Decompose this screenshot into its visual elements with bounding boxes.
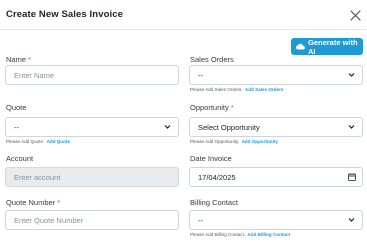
sales-orders-hint: Please Add Sales Orders. Add Sales Order… [190,87,284,92]
calendar-icon[interactable] [348,173,356,181]
chevron-down-icon [164,125,171,129]
add-opportunity-link[interactable]: Add Opportunity [241,139,278,144]
opportunity-select[interactable]: Select Opportunity [189,117,363,137]
quote-number-label: Quote Number * [6,198,61,207]
cloud-ai-icon [296,43,305,50]
sales-orders-label: Sales Orders [190,55,234,64]
modal-title: Create New Sales Invoice [6,9,123,20]
quote-number-input[interactable]: Enter Quote Number [5,210,179,230]
opportunity-hint: Please Add Opportunity. Add Opportunity [190,139,278,144]
quote-select[interactable]: -- [5,117,179,137]
add-billing-contact-link[interactable]: Add Billing Contact [247,232,290,237]
sales-orders-select[interactable]: -- [189,65,363,85]
chevron-down-icon [348,125,355,129]
name-label: Name * [6,55,31,64]
account-input: Enter account [5,167,179,187]
opportunity-label: Opportunity * [190,103,234,112]
add-quote-link[interactable]: Add Quote [47,139,70,144]
add-sales-orders-link[interactable]: Add Sales Orders [245,87,284,92]
quote-hint: Please Add Quote. Add Quote [6,139,71,144]
quote-label: Quote [6,103,27,112]
generate-with-ai-button[interactable]: Generate with AI [291,37,363,56]
billing-contact-label: Billing Contact [190,198,238,207]
generate-with-ai-label: Generate with AI [308,37,358,56]
account-label: Account [6,154,34,163]
billing-contact-hint: Please Add Billing Contact. Add Billing … [190,232,291,237]
close-icon[interactable] [350,8,361,21]
name-input[interactable]: Enter Name [5,65,179,85]
chevron-down-icon [348,218,355,222]
date-invoice-input[interactable]: 17/04/2025 [189,167,363,187]
billing-contact-select[interactable]: -- [189,210,363,230]
chevron-down-icon [348,73,355,77]
date-invoice-label: Date Invoice [190,154,232,163]
modal-header: Create New Sales Invoice [0,0,367,30]
